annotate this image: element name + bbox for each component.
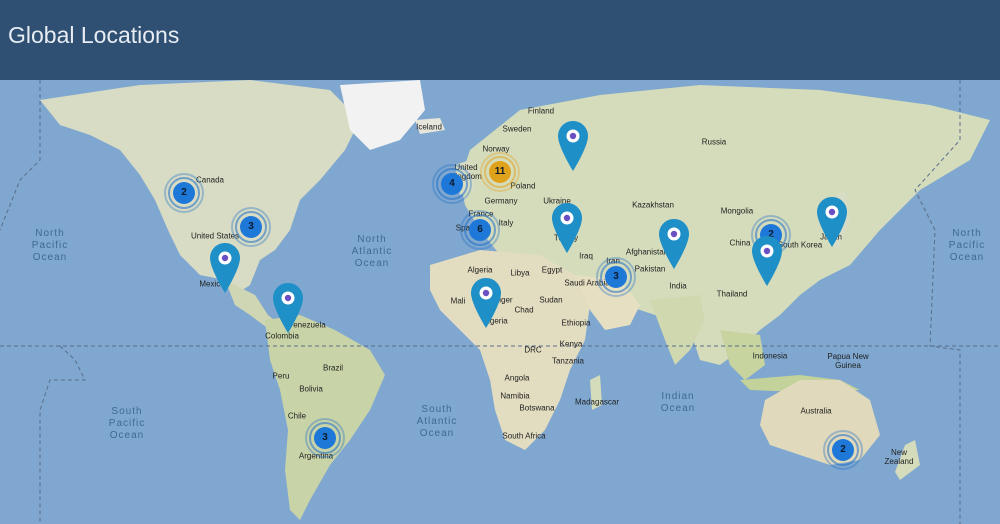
place-label: Libya	[510, 268, 530, 278]
location-cluster-spain[interactable]: 6	[460, 210, 500, 250]
place-label: Mongolia	[720, 206, 754, 216]
location-cluster-eastern-us[interactable]: 3	[231, 207, 271, 247]
place-label: Bolivia	[299, 384, 323, 394]
place-label: India	[669, 281, 687, 291]
place-label: China	[729, 238, 751, 248]
cluster-count: 3	[605, 266, 627, 288]
ocean-label-north-pacific-left: North Pacific Ocean	[31, 228, 69, 263]
ocean-label-north-atlantic: North Atlantic Ocean	[351, 234, 393, 269]
world-map[interactable]: North Pacific Ocean North Atlantic Ocean…	[0, 80, 1000, 524]
cluster-count: 11	[489, 161, 511, 183]
place-label: Sweden	[502, 124, 532, 134]
china-pin-icon[interactable]	[752, 236, 782, 286]
location-cluster-saudi-arabia[interactable]: 3	[596, 257, 636, 297]
location-cluster-argentina[interactable]: 3	[305, 418, 345, 458]
place-label: South Africa	[502, 431, 546, 441]
cluster-count: 6	[469, 219, 491, 241]
location-cluster-united-kingdom[interactable]: 4	[432, 164, 472, 204]
ocean-label-south-pacific: South Pacific Ocean	[108, 406, 146, 441]
location-cluster-western-canada[interactable]: 2	[164, 173, 204, 213]
place-label: Iceland	[416, 122, 442, 132]
place-label: Ethiopia	[561, 318, 591, 328]
cluster-count: 2	[832, 439, 854, 461]
place-label: Indonesia	[752, 351, 788, 361]
place-label: Chile	[287, 411, 307, 421]
india-pin-icon[interactable]	[659, 219, 689, 269]
place-label: Egypt	[541, 265, 563, 275]
japan-pin-icon[interactable]	[817, 197, 847, 247]
place-label: Finland	[527, 106, 555, 116]
place-label: Namibia	[500, 391, 530, 401]
mexico-pin-icon[interactable]	[210, 243, 240, 293]
place-label: Sudan	[539, 295, 563, 305]
place-label: Brazil	[322, 363, 344, 373]
place-label: Thailand	[716, 289, 748, 299]
place-label: New Zealand	[884, 448, 914, 466]
nigeria-pin-icon[interactable]	[471, 278, 501, 328]
place-label: Germany	[484, 196, 518, 206]
ocean-label-indian: Indian Ocean	[660, 391, 696, 414]
ocean-label-north-pacific-right: North Pacific Ocean	[948, 228, 986, 263]
place-label: Russia	[701, 137, 727, 147]
cluster-count: 3	[314, 427, 336, 449]
place-label: Madagascar	[574, 397, 620, 407]
place-label: Kazakhstan	[632, 200, 674, 210]
venezuela-pin-icon[interactable]	[273, 283, 303, 333]
place-label: Italy	[498, 218, 514, 228]
place-label: Algeria	[467, 265, 493, 275]
place-label: Australia	[800, 406, 832, 416]
place-label: Chad	[514, 305, 534, 315]
place-label: Botswana	[519, 403, 555, 413]
cluster-count: 2	[173, 182, 195, 204]
place-label: Kenya	[559, 339, 583, 349]
cluster-count: 4	[441, 173, 463, 195]
place-label: Peru	[272, 371, 290, 381]
place-label: Mali	[450, 296, 466, 306]
ocean-label-south-atlantic: South Atlantic Ocean	[416, 404, 458, 439]
page-title: Global Locations	[8, 22, 180, 48]
page-header: Global Locations	[0, 0, 1000, 80]
place-label: Angola	[504, 373, 530, 383]
russia-pin-icon[interactable]	[558, 121, 588, 171]
place-label: Tanzania	[551, 356, 585, 366]
location-cluster-australia[interactable]: 2	[823, 430, 863, 470]
cluster-count: 3	[240, 216, 262, 238]
location-cluster-europe[interactable]: 11	[480, 152, 520, 192]
place-label: DRC	[524, 345, 542, 355]
turkey-pin-icon[interactable]	[552, 203, 582, 253]
place-label: Papua New Guinea	[827, 352, 869, 370]
